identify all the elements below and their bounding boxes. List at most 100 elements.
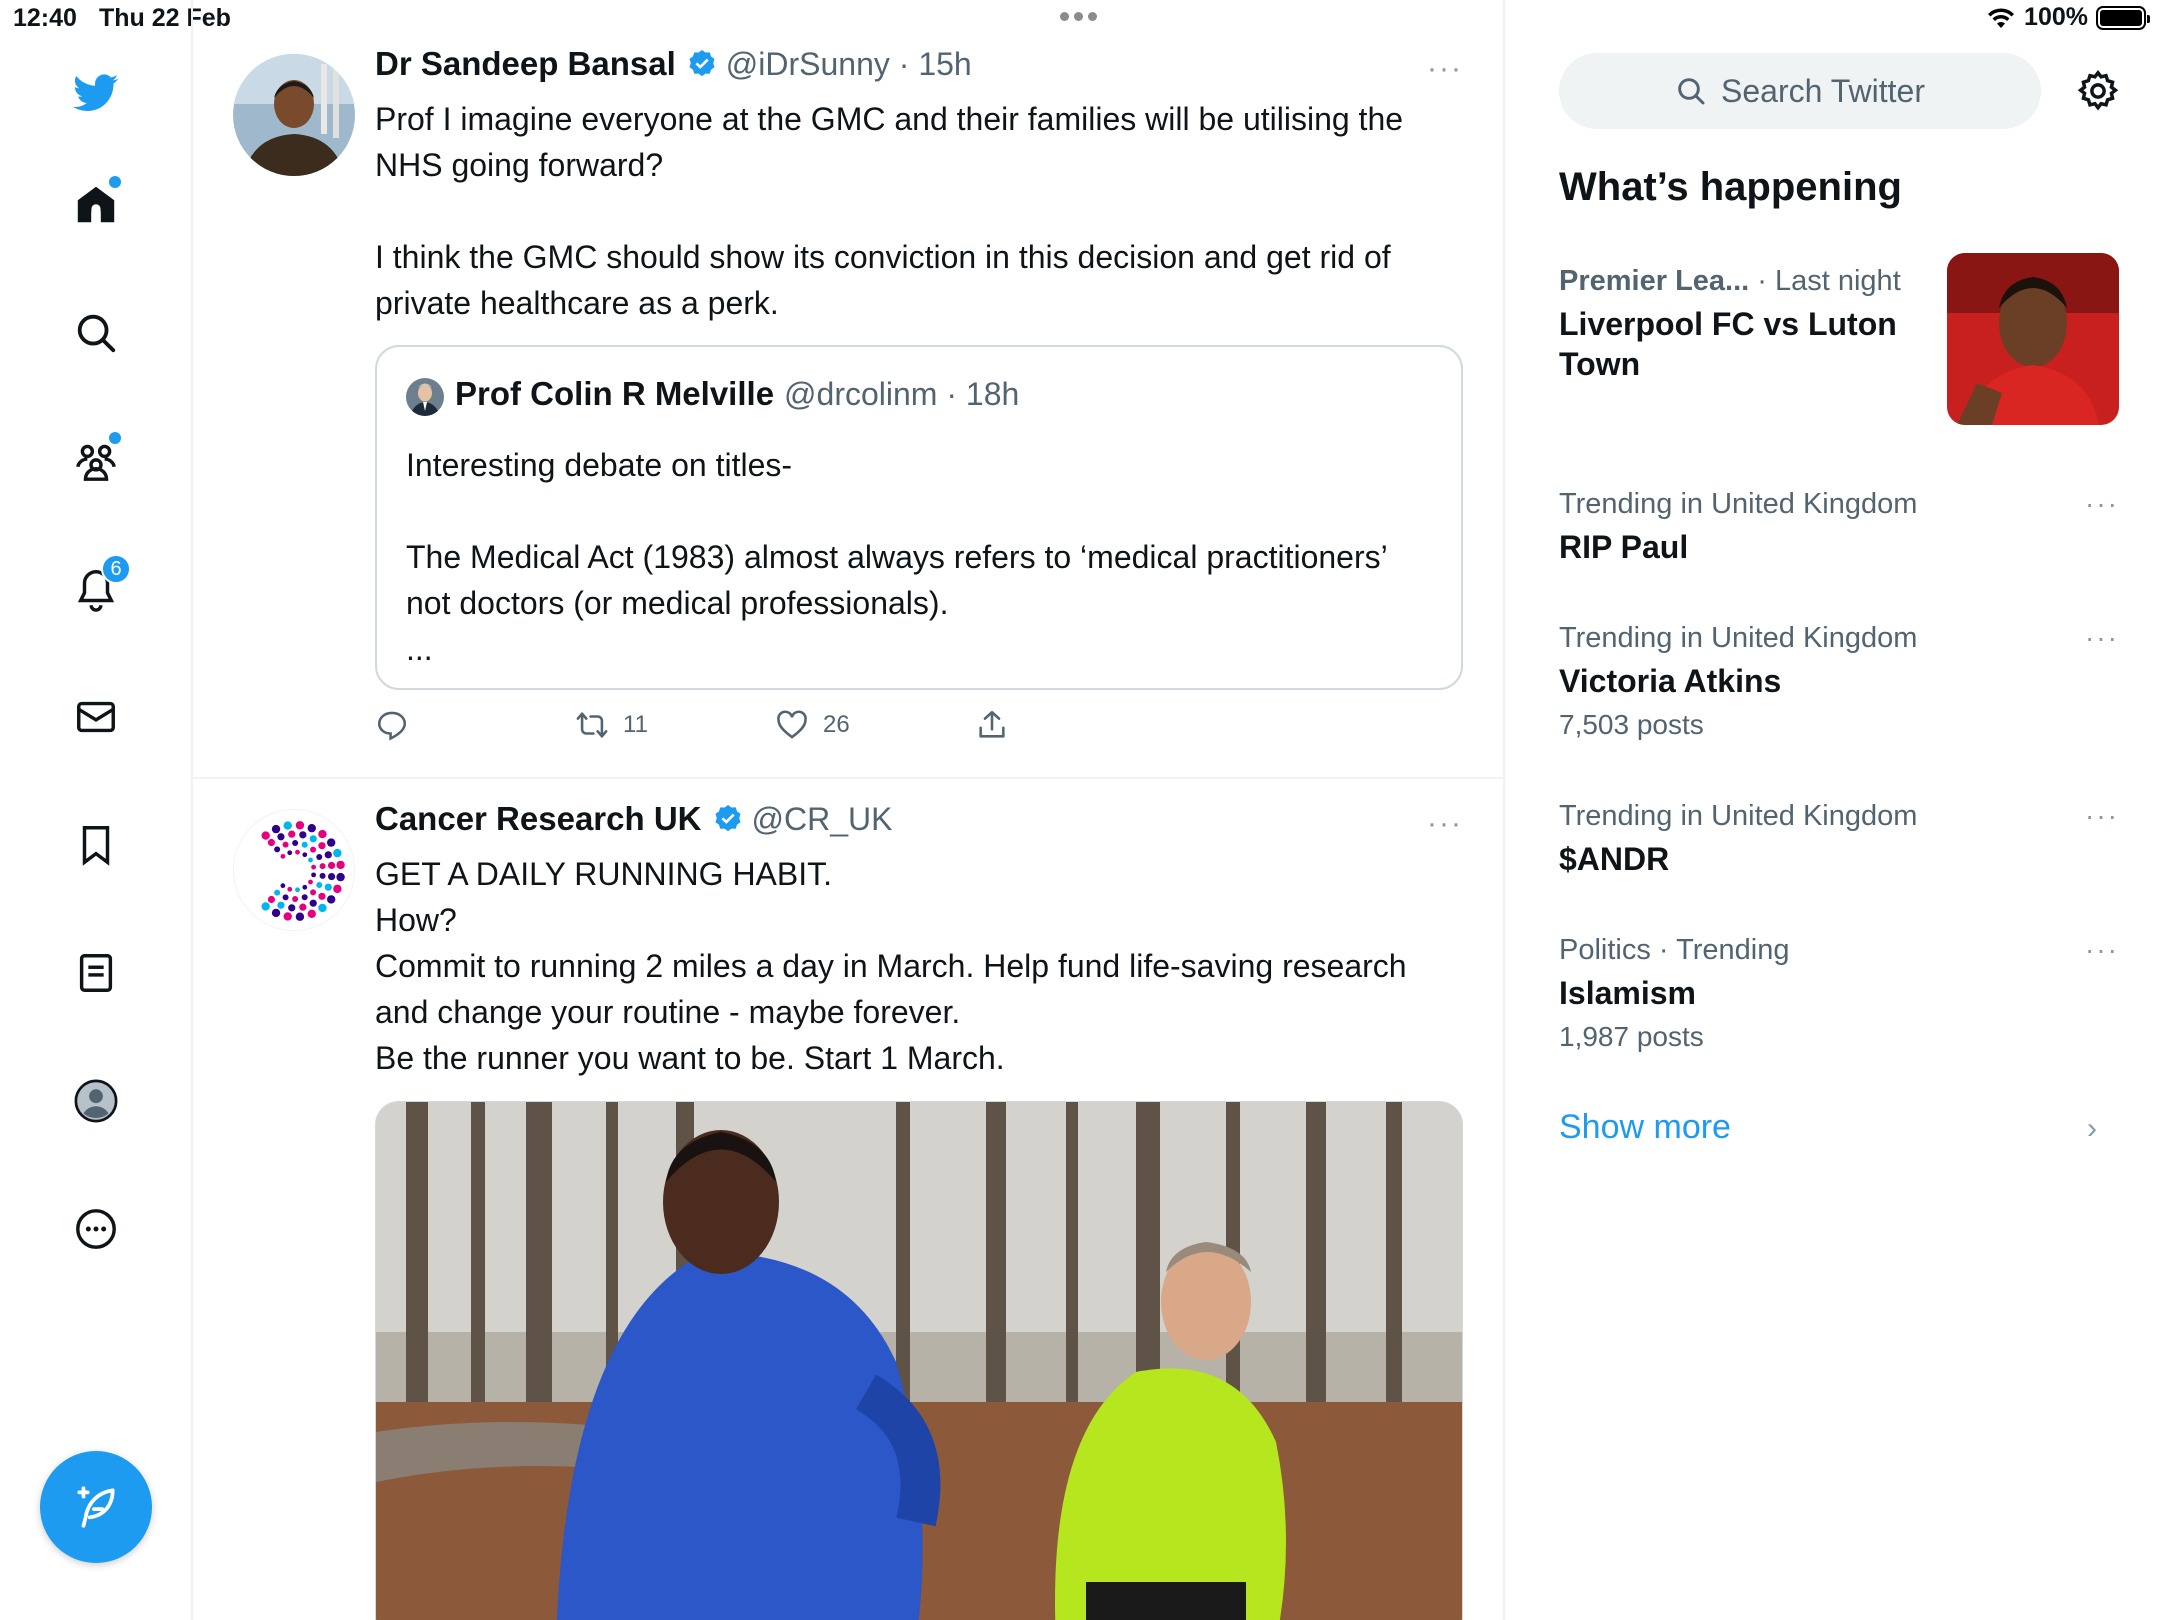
trend-category: Trending in United Kingdom <box>1559 800 1918 832</box>
heart-icon <box>777 710 807 739</box>
chevron-right-icon[interactable]: › <box>2087 1112 2097 1146</box>
tweet-more-icon[interactable]: ··· <box>1427 807 1463 841</box>
trend-image <box>1947 253 2119 425</box>
avatar[interactable] <box>233 54 355 176</box>
communities-icon[interactable] <box>65 430 127 492</box>
trend-more-icon[interactable]: ··· <box>2085 934 2119 966</box>
home-icon[interactable] <box>65 174 127 236</box>
logo-dot <box>318 892 326 900</box>
logo-dot <box>319 863 326 870</box>
author-handle-time[interactable]: @iDrSunny · 15h <box>726 46 972 83</box>
logo-dot <box>295 849 300 855</box>
trend-more-icon[interactable]: ··· <box>2085 800 2119 832</box>
logo-dot <box>292 895 299 902</box>
logo-dot <box>310 846 317 853</box>
quote-avatar <box>406 378 444 416</box>
tweet-media-image[interactable] <box>375 1101 1463 1620</box>
bookmark-icon[interactable] <box>65 814 127 876</box>
author-name[interactable]: Dr Sandeep Bansal <box>375 45 676 83</box>
logo-dot <box>307 823 316 833</box>
trend-item[interactable]: Trending in United Kingdom $ANDR ··· <box>1559 800 2119 879</box>
more-circle-icon[interactable] <box>65 1198 127 1260</box>
logo-dot <box>324 851 332 859</box>
show-more-link[interactable]: Show more <box>1559 1108 1731 1147</box>
timeline: Dr Sandeep Bansal @iDrSunny · 15h ··· Pr… <box>193 0 1505 1620</box>
logo-dot <box>287 886 293 892</box>
logo-dot <box>326 838 336 847</box>
like-count: 26 <box>823 711 850 738</box>
trend-category: Trending in United Kingdom <box>1559 622 1918 654</box>
logo-dot <box>271 908 281 918</box>
trend-title: RIP Paul <box>1559 529 1689 565</box>
list-icon[interactable] <box>65 942 127 1004</box>
logo-dot <box>277 833 285 841</box>
logo-dot <box>316 881 323 888</box>
logo-dot <box>302 852 308 858</box>
right-sidebar: Search Twitter What’s happening Premier … <box>1505 0 2160 1620</box>
trend-item[interactable]: Trending in United Kingdom RIP Paul ··· <box>1559 488 2119 567</box>
retweet-icon <box>576 712 608 738</box>
share-button[interactable] <box>975 708 1009 742</box>
author-handle-time[interactable]: @CR_UK <box>752 801 893 838</box>
mail-icon[interactable] <box>65 686 127 748</box>
search-placeholder: Search Twitter <box>1721 72 1925 109</box>
logo-dot <box>324 883 332 891</box>
logo-dot <box>261 831 270 840</box>
logo-dot <box>271 824 281 834</box>
logo-dot <box>302 884 308 890</box>
logo-dot <box>274 846 281 853</box>
logo-dot <box>333 848 342 858</box>
tweet-text: Prof I imagine everyone at the GMC and t… <box>375 101 1404 321</box>
logo-dot <box>326 895 336 904</box>
logo-dot <box>318 829 327 839</box>
quote-header: Prof Colin R Melville @drcolinm · 18h <box>455 375 1019 413</box>
reply-button[interactable] <box>375 708 409 742</box>
logo-dot <box>277 901 285 909</box>
twitter-logo-icon[interactable] <box>65 62 127 124</box>
communities-new-dot <box>109 432 121 444</box>
runners-photo <box>376 1102 1462 1620</box>
reply-icon <box>377 711 407 741</box>
left-nav: 6 <box>0 0 193 1620</box>
bell-icon[interactable]: 6 <box>65 554 131 620</box>
verified-badge-icon <box>714 805 741 832</box>
logo-dot <box>280 853 286 859</box>
settings-gear-icon[interactable] <box>2075 68 2121 114</box>
logo-dot <box>282 841 289 848</box>
logo-dot <box>288 904 296 912</box>
trend-title: $ANDR <box>1559 841 1670 877</box>
logo-dot <box>287 850 293 856</box>
logo-dot <box>267 895 276 904</box>
retweet-button[interactable]: 11 <box>575 708 648 742</box>
trend-more-icon[interactable]: ··· <box>2085 488 2119 520</box>
profile-icon[interactable] <box>65 1070 127 1132</box>
logo-dot <box>336 872 345 882</box>
tweet[interactable]: Cancer Research UK @CR_UK ··· GET A DAIL… <box>193 779 1503 1620</box>
logo-dot <box>295 887 300 893</box>
notification-badge: 6 <box>101 554 131 584</box>
logo-dot <box>283 912 292 921</box>
trend-item[interactable]: Politics · Trending Islamism 1,987 posts… <box>1559 934 2119 1053</box>
quote-handle-time: @drcolinm · 18h <box>784 376 1020 412</box>
logo-dot <box>327 872 336 881</box>
search-icon[interactable] <box>65 302 127 364</box>
tweet-header: Dr Sandeep Bansal @iDrSunny · 15h <box>375 45 972 83</box>
like-button[interactable]: 26 <box>775 708 850 742</box>
trend-category: Premier Lea... <box>1559 265 1750 297</box>
avatar[interactable] <box>233 809 355 931</box>
trend-title: Victoria Atkins <box>1559 663 1782 699</box>
trend-item[interactable]: Premier Lea... · Last night Liverpool FC… <box>1559 253 2119 425</box>
tweet-more-icon[interactable]: ··· <box>1427 52 1463 86</box>
tweet-text: GET A DAILY RUNNING HABIT. How? Commit t… <box>375 856 1407 1076</box>
quoted-tweet[interactable]: Prof Colin R Melville @drcolinm · 18h In… <box>375 345 1463 690</box>
tweet[interactable]: Dr Sandeep Bansal @iDrSunny · 15h ··· Pr… <box>193 0 1503 777</box>
logo-dot <box>301 841 308 848</box>
logo-dot <box>319 872 326 879</box>
logo-dot <box>316 854 323 861</box>
trend-item[interactable]: Trending in United Kingdom Victoria Atki… <box>1559 622 2119 741</box>
search-input[interactable]: Search Twitter <box>1559 53 2041 129</box>
trend-more-icon[interactable]: ··· <box>2085 622 2119 654</box>
compose-button[interactable] <box>40 1451 152 1563</box>
author-name[interactable]: Cancer Research UK <box>375 800 702 838</box>
logo-dot <box>282 894 289 901</box>
